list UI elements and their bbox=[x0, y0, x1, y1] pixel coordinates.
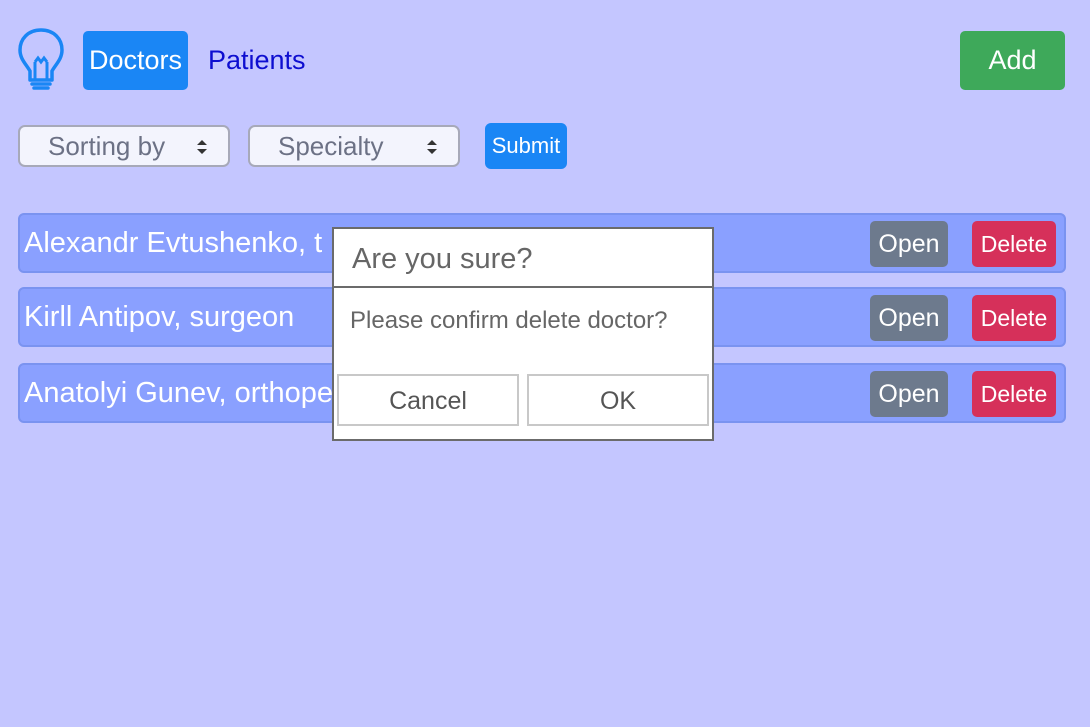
specialty-select-value: Specialty bbox=[278, 131, 384, 161]
lightbulb-icon[interactable] bbox=[16, 26, 66, 92]
open-button[interactable]: Open bbox=[870, 371, 948, 417]
open-button[interactable]: Open bbox=[870, 295, 948, 341]
nav-doctors[interactable]: Doctors bbox=[83, 31, 188, 90]
sort-caret-icon bbox=[197, 140, 207, 154]
doctor-name: Anatolyi Gunev, orthope bbox=[24, 377, 333, 409]
doctor-name: Alexandr Evtushenko, t bbox=[24, 227, 323, 259]
ok-button[interactable]: OK bbox=[527, 374, 709, 426]
specialty-caret-icon bbox=[427, 140, 437, 154]
cancel-button[interactable]: Cancel bbox=[337, 374, 519, 426]
submit-button[interactable]: Submit bbox=[485, 123, 567, 169]
doctor-name: Kirll Antipov, surgeon bbox=[24, 301, 295, 333]
nav-patients[interactable]: Patients bbox=[208, 31, 306, 90]
add-button[interactable]: Add bbox=[960, 31, 1065, 90]
specialty-select[interactable]: Specialty bbox=[248, 125, 460, 167]
delete-button[interactable]: Delete bbox=[972, 295, 1056, 341]
confirm-dialog: Are you sure? Please confirm delete doct… bbox=[332, 227, 714, 441]
top-navigation: Doctors Patients Add bbox=[0, 0, 1090, 120]
delete-button[interactable]: Delete bbox=[972, 371, 1056, 417]
open-button[interactable]: Open bbox=[870, 221, 948, 267]
dialog-title: Are you sure? bbox=[334, 229, 712, 288]
delete-button[interactable]: Delete bbox=[972, 221, 1056, 267]
dialog-message: Please confirm delete doctor? bbox=[350, 307, 668, 334]
sort-select[interactable]: Sorting by bbox=[18, 125, 230, 167]
sort-select-value: Sorting by bbox=[48, 131, 166, 161]
